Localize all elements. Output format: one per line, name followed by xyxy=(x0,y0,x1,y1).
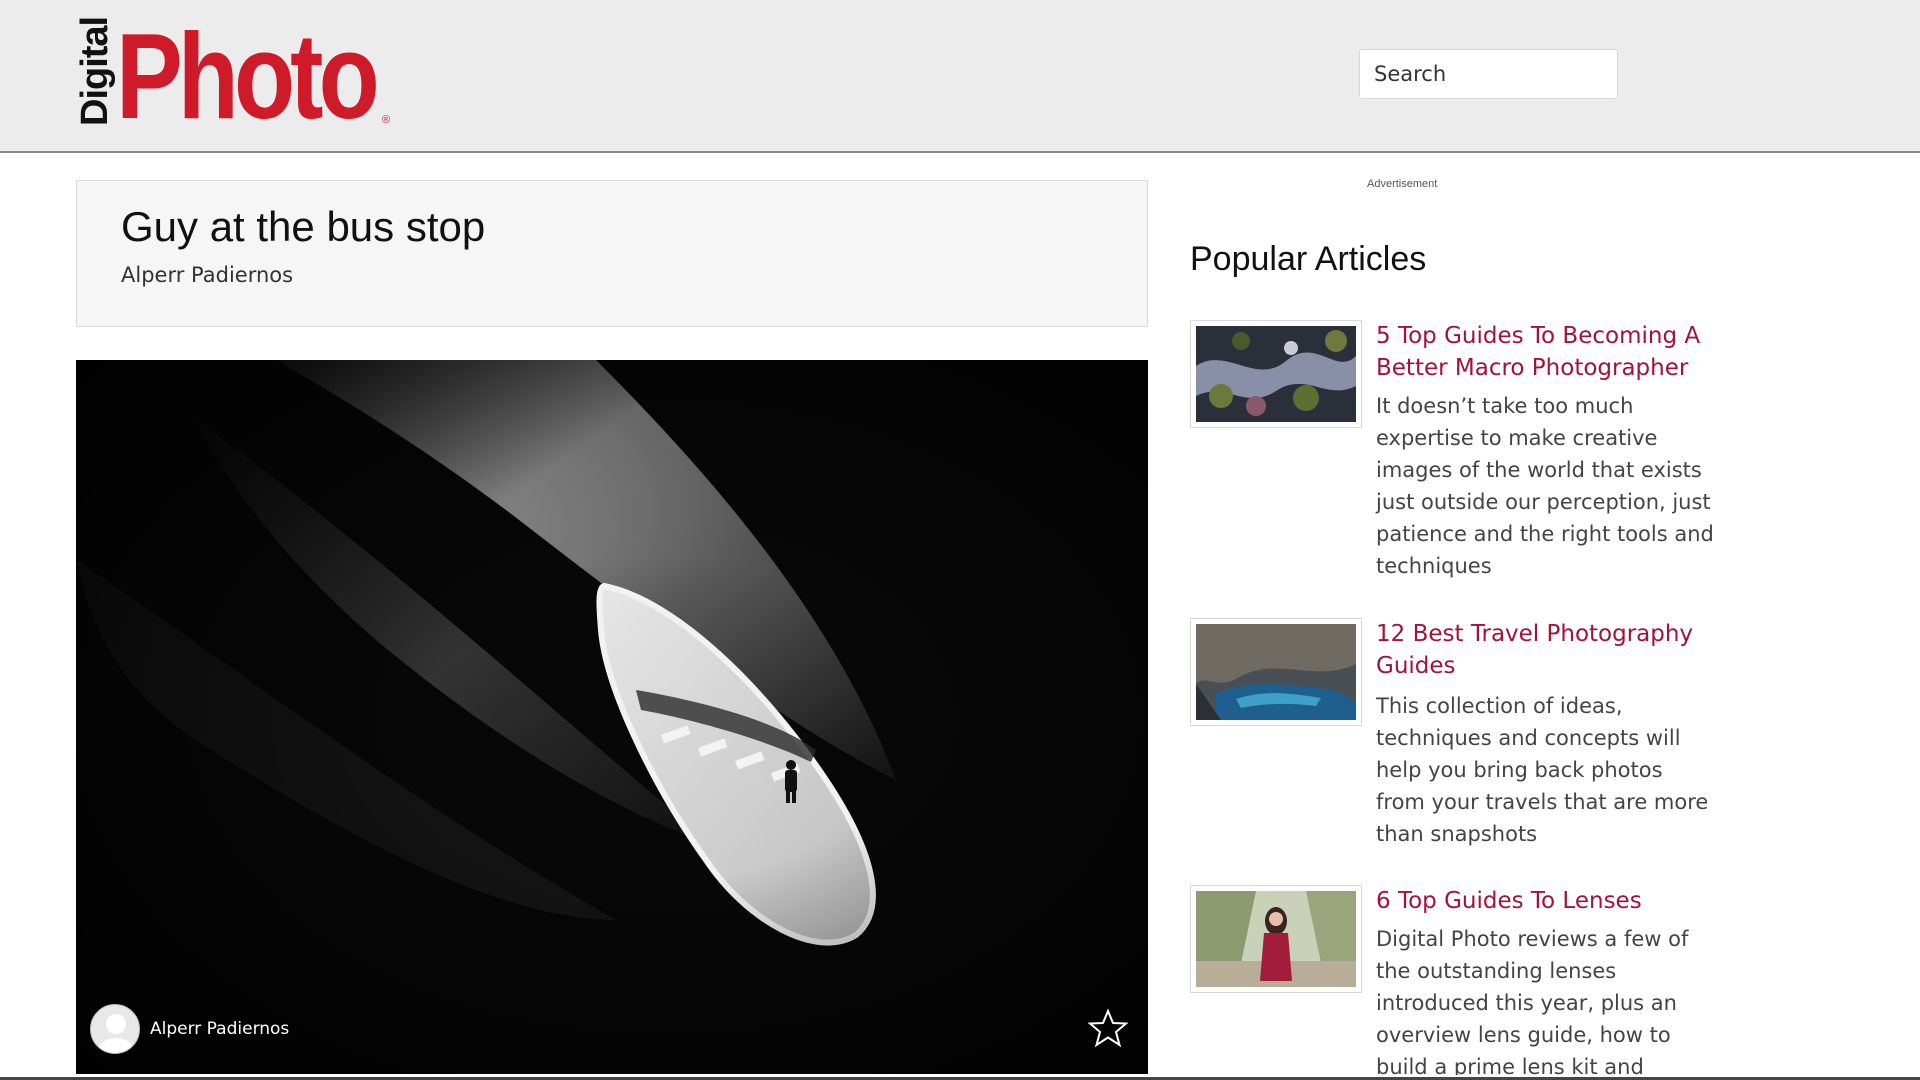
article-thumbnail[interactable] xyxy=(1190,320,1362,428)
article-description: Digital Photo reviews a few of the outst… xyxy=(1376,927,1689,1075)
logo-registered-mark: ® xyxy=(382,114,391,126)
photo-credit[interactable]: Alperr Padiernos xyxy=(90,1004,289,1054)
photo-credit-name[interactable]: Alperr Padiernos xyxy=(150,1019,289,1039)
lens-photo-thumbnail xyxy=(1196,891,1356,987)
search-input[interactable] xyxy=(1359,49,1618,99)
logo-photo-text: Photo xyxy=(116,8,380,144)
article-title-link[interactable]: 6 Top Guides To Lenses xyxy=(1376,885,1706,917)
avatar[interactable] xyxy=(90,1004,140,1054)
featured-photo[interactable]: Alperr Padiernos xyxy=(76,360,1148,1074)
featured-photo-image xyxy=(76,360,1148,1074)
advertisement-label: Advertisement xyxy=(1367,178,1438,190)
article-thumbnail[interactable] xyxy=(1190,618,1362,726)
site-header: Digital Photo ® xyxy=(0,0,1920,153)
favorite-star-icon[interactable] xyxy=(1088,1008,1128,1048)
popular-articles-heading: Popular Articles xyxy=(1190,240,1427,278)
popular-article-item: 12 Best Travel Photography Guides This c… xyxy=(1190,618,1710,878)
post-author[interactable]: Alperr Padiernos xyxy=(121,263,293,287)
logo-digital-text: Digital xyxy=(74,16,116,126)
post-title: Guy at the bus stop xyxy=(121,203,486,250)
popular-article-item: 5 Top Guides To Becoming A Better Macro … xyxy=(1190,320,1714,590)
article-description: It doesn’t take too much expertise to ma… xyxy=(1376,394,1714,578)
site-logo[interactable]: Digital Photo ® xyxy=(74,8,396,144)
article-title-link[interactable]: 5 Top Guides To Becoming A Better Macro … xyxy=(1376,320,1706,384)
travel-photo-thumbnail xyxy=(1196,624,1356,720)
article-description: This collection of ideas, techniques and… xyxy=(1376,694,1709,846)
post-title-card: Guy at the bus stop Alperr Padiernos xyxy=(76,180,1148,327)
popular-article-item: 6 Top Guides To Lenses Digital Photo rev… xyxy=(1190,885,1710,1075)
user-avatar-icon xyxy=(98,1014,134,1053)
article-title-link[interactable]: 12 Best Travel Photography Guides xyxy=(1376,618,1706,682)
article-thumbnail[interactable] xyxy=(1190,885,1362,993)
macro-photo-thumbnail xyxy=(1196,326,1356,422)
